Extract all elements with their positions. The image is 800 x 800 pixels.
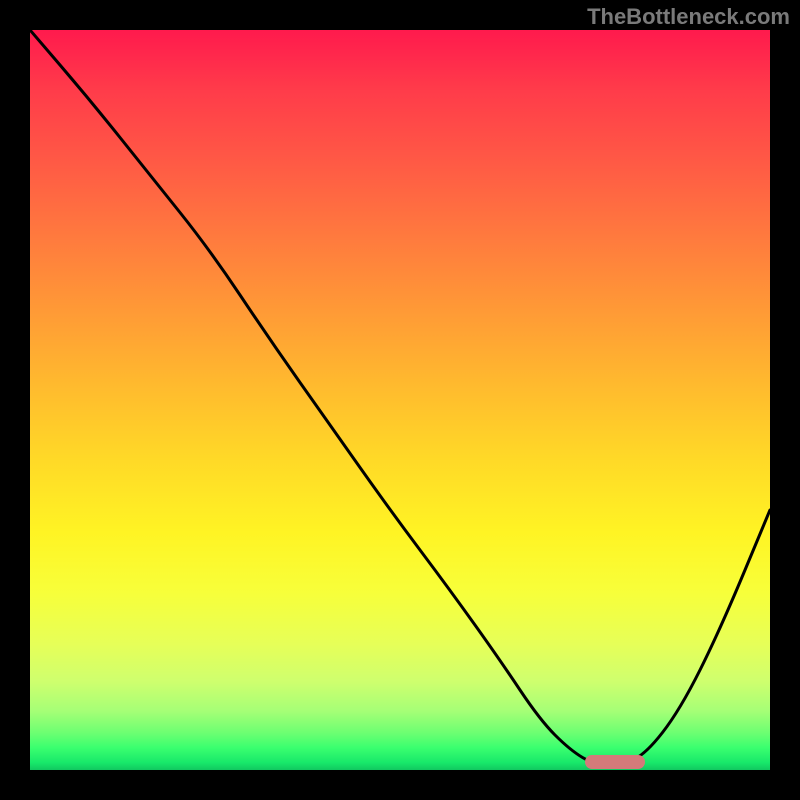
watermark-text: TheBottleneck.com: [587, 4, 790, 30]
bottleneck-curve: [30, 30, 770, 770]
plot-area: [30, 30, 770, 770]
optimal-marker: [585, 755, 645, 769]
chart-frame: TheBottleneck.com: [0, 0, 800, 800]
